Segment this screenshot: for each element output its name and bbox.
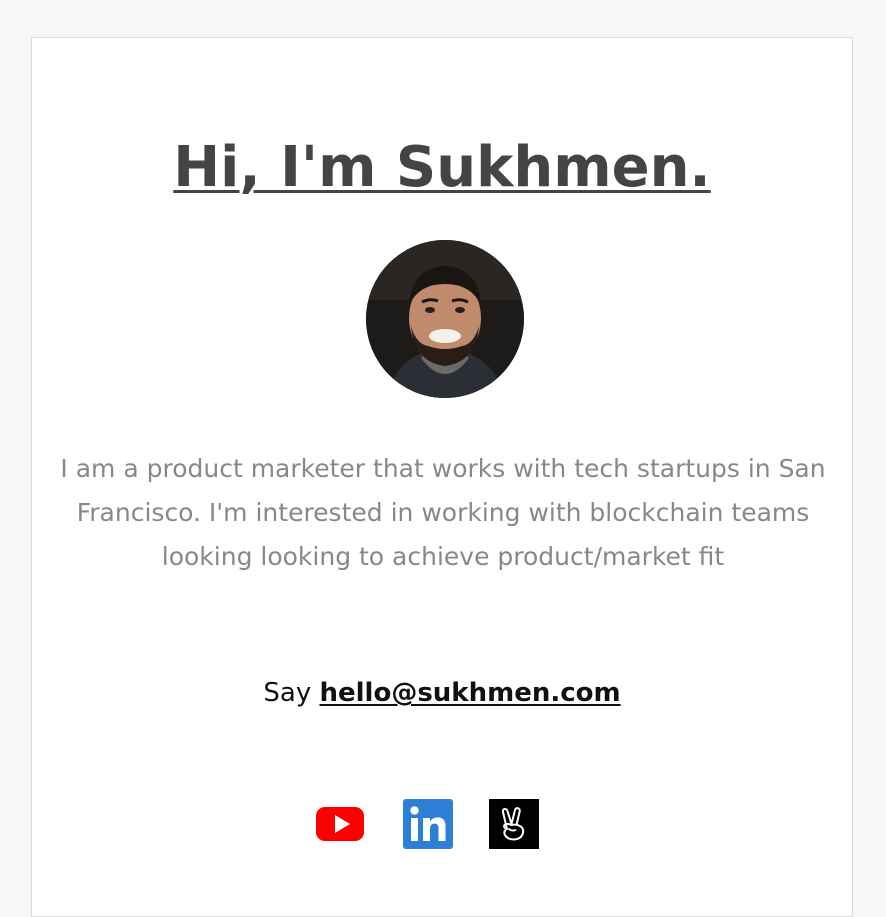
linkedin-icon[interactable] [402, 798, 454, 850]
email-link[interactable]: hello@sukhmen.com [319, 678, 620, 708]
page-title: Hi, I'm Sukhmen. [32, 134, 852, 202]
contact-line: Say hello@sukhmen.com [32, 675, 852, 711]
profile-card: Hi, I'm Sukhmen. I am a product marketer… [31, 37, 853, 917]
angellist-icon[interactable] [488, 798, 540, 850]
bio-text: I am a product marketer that works with … [60, 454, 826, 571]
social-links [32, 798, 852, 850]
avatar [366, 240, 524, 398]
contact-prefix: Say [263, 678, 320, 708]
youtube-icon[interactable] [314, 798, 366, 850]
title-link[interactable]: Hi, I'm Sukhmen. [173, 135, 710, 200]
avatar-photo [366, 240, 524, 398]
